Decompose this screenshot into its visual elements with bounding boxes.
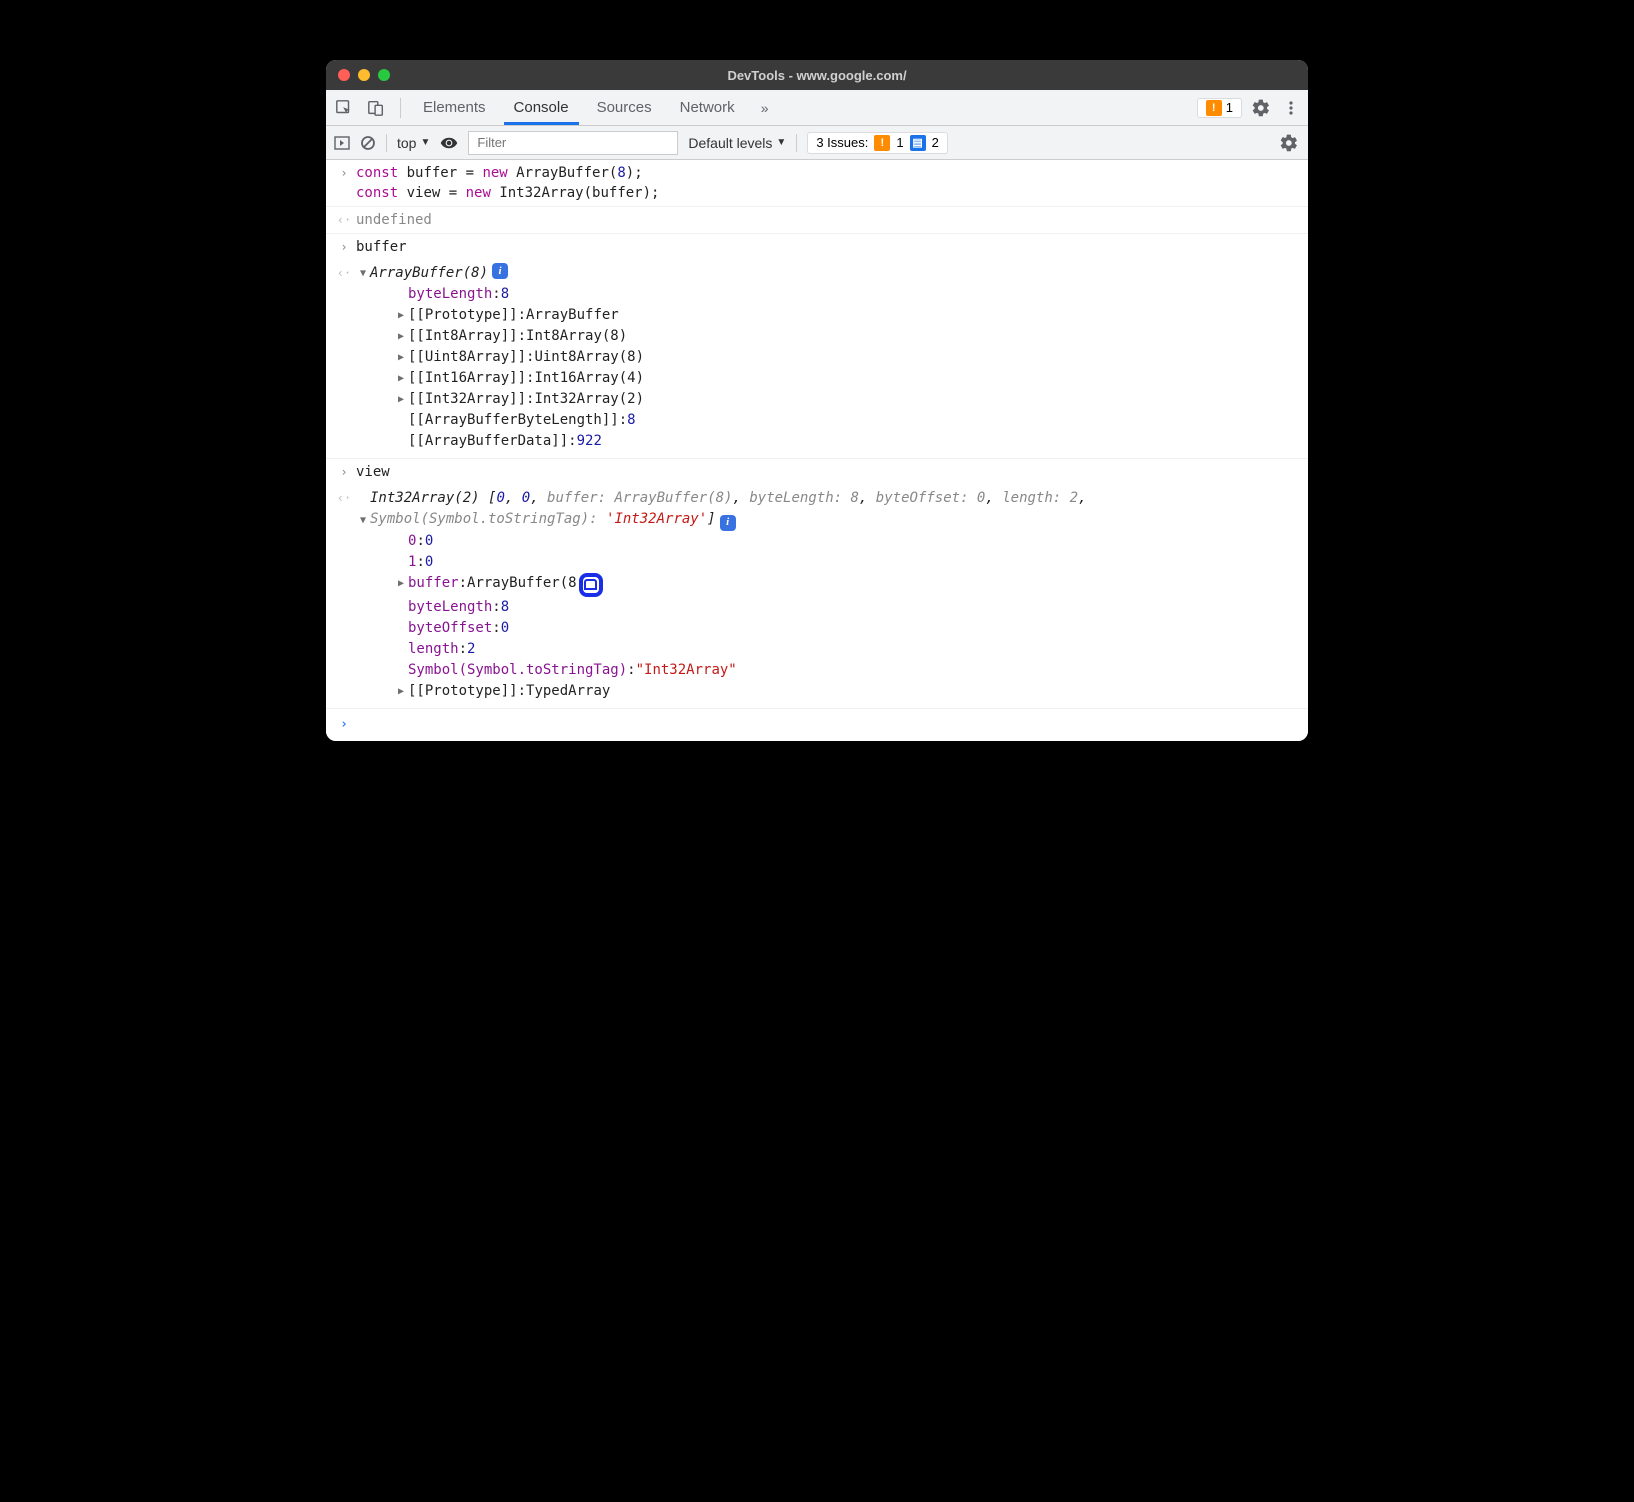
disclosure-triangle-icon[interactable]: ▶: [394, 347, 408, 368]
tabs-toolbar: Elements Console Sources Network » ! 1: [326, 90, 1308, 126]
issues-badge[interactable]: 3 Issues: ! 1 ▤ 2: [807, 132, 948, 154]
chevron-down-icon: ▼: [776, 137, 786, 148]
info-icon[interactable]: i: [492, 263, 508, 279]
console-input-row: › buffer: [326, 234, 1308, 260]
minimize-window-button[interactable]: [358, 69, 370, 81]
traffic-lights: [326, 69, 390, 81]
disclosure-triangle-icon[interactable]: ▶: [394, 573, 408, 594]
context-selector[interactable]: top ▼: [397, 135, 430, 151]
console-settings-icon[interactable]: [1278, 132, 1300, 154]
filter-input[interactable]: [468, 131, 678, 155]
tab-elements[interactable]: Elements: [413, 90, 496, 125]
object-summary[interactable]: ▼ Int32Array(2) [0, 0, buffer: ArrayBuff…: [356, 488, 1298, 531]
object-property[interactable]: ▶[[Prototype]]: ArrayBuffer: [394, 305, 1298, 326]
console-output: › const buffer = new ArrayBuffer(8);cons…: [326, 160, 1308, 741]
disclosure-triangle-icon[interactable]: ▶: [394, 389, 408, 410]
disclosure-triangle-icon[interactable]: ▶: [394, 368, 408, 389]
window-title: DevTools - www.google.com/: [326, 68, 1308, 83]
warning-count: 1: [1226, 100, 1233, 115]
devtools-window: DevTools - www.google.com/ Elements Cons…: [326, 60, 1308, 741]
return-icon: ‹·: [336, 210, 352, 230]
undefined-value: undefined: [352, 210, 1298, 230]
titlebar: DevTools - www.google.com/: [326, 60, 1308, 90]
live-expression-icon[interactable]: [440, 134, 458, 152]
object-property[interactable]: ▶[[Prototype]]: TypedArray: [394, 681, 1298, 702]
disclosure-triangle-open-icon[interactable]: ▼: [356, 263, 370, 284]
disclosure-triangle-icon[interactable]: ▶: [394, 326, 408, 347]
tab-console[interactable]: Console: [504, 90, 579, 125]
console-input-row: › view: [326, 459, 1308, 485]
console-return-row: ‹· ▼ Int32Array(2) [0, 0, buffer: ArrayB…: [326, 485, 1308, 709]
more-tabs-icon[interactable]: »: [753, 96, 777, 120]
object-property[interactable]: ▶[[Int32Array]]: Int32Array(2): [394, 389, 1298, 410]
object-property[interactable]: [[ArrayBufferData]]: 922: [394, 431, 1298, 452]
console-subtoolbar: top ▼ Default levels ▼ 3 Issues: ! 1 ▤ 2: [326, 126, 1308, 160]
info-icon[interactable]: i: [720, 515, 736, 531]
console-return-row: ‹· undefined: [326, 207, 1308, 234]
settings-icon[interactable]: [1250, 97, 1272, 119]
console-return-row: ‹· ▼ ArrayBuffer(8) i byteLength: 8 ▶[[P…: [326, 260, 1308, 459]
prompt-icon: ›: [336, 163, 352, 183]
disclosure-triangle-icon[interactable]: ▶: [394, 681, 408, 702]
prompt-icon: ›: [336, 715, 352, 735]
object-property[interactable]: byteLength: 8: [394, 284, 1298, 305]
tab-network[interactable]: Network: [670, 90, 745, 125]
prompt-icon: ›: [336, 462, 352, 482]
object-property[interactable]: [[ArrayBufferByteLength]]: 8: [394, 410, 1298, 431]
kebab-icon[interactable]: [1280, 97, 1302, 119]
warning-icon: !: [874, 135, 890, 151]
object-property[interactable]: byteOffset: 0: [394, 618, 1298, 639]
memory-inspector-icon[interactable]: [579, 573, 603, 597]
object-property[interactable]: ▶[[Uint8Array]]: Uint8Array(8): [394, 347, 1298, 368]
object-property[interactable]: Symbol(Symbol.toStringTag): "Int32Array": [394, 660, 1298, 681]
clear-console-icon[interactable]: [360, 135, 376, 151]
close-window-button[interactable]: [338, 69, 350, 81]
object-property[interactable]: ▶[[Int8Array]]: Int8Array(8): [394, 326, 1298, 347]
object-property[interactable]: 0: 0: [394, 531, 1298, 552]
code-line[interactable]: buffer: [352, 237, 1298, 257]
info-icon: ▤: [910, 135, 926, 151]
device-icon[interactable]: [364, 96, 388, 120]
disclosure-triangle-open-icon[interactable]: ▼: [356, 510, 370, 531]
object-property[interactable]: length: 2: [394, 639, 1298, 660]
warning-icon: !: [1206, 100, 1222, 116]
zoom-window-button[interactable]: [378, 69, 390, 81]
object-property[interactable]: 1: 0: [394, 552, 1298, 573]
object-summary[interactable]: ▼ ArrayBuffer(8) i: [356, 263, 1298, 284]
disclosure-triangle-icon[interactable]: ▶: [394, 305, 408, 326]
chevron-down-icon: ▼: [420, 137, 430, 148]
warnings-badge[interactable]: ! 1: [1197, 98, 1242, 118]
log-level-selector[interactable]: Default levels ▼: [688, 135, 786, 151]
object-property[interactable]: ▶buffer: ArrayBuffer(8: [394, 573, 1298, 597]
code-line[interactable]: const buffer = new ArrayBuffer(8);const …: [352, 163, 1298, 203]
console-input-row: › const buffer = new ArrayBuffer(8);cons…: [326, 160, 1308, 207]
sidebar-toggle-icon[interactable]: [334, 135, 350, 151]
inspect-icon[interactable]: [332, 96, 356, 120]
code-line[interactable]: view: [352, 462, 1298, 482]
return-icon: ‹·: [336, 488, 352, 508]
console-prompt[interactable]: ›: [326, 709, 1308, 741]
return-icon: ‹·: [336, 263, 352, 283]
object-property[interactable]: byteLength: 8: [394, 597, 1298, 618]
prompt-icon: ›: [336, 237, 352, 257]
object-property[interactable]: ▶[[Int16Array]]: Int16Array(4): [394, 368, 1298, 389]
tab-sources[interactable]: Sources: [587, 90, 662, 125]
